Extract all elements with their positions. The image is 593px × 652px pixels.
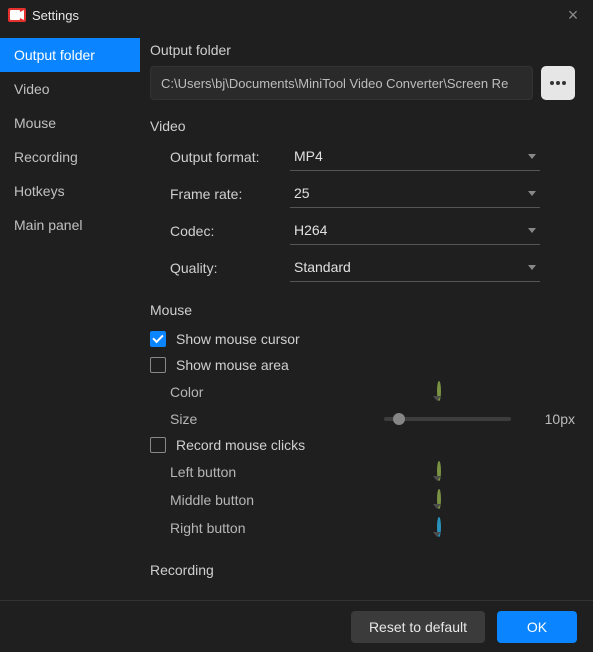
quality-value: Standard (294, 259, 351, 275)
sidebar-item-output-folder[interactable]: Output folder (0, 38, 140, 72)
section-title-recording: Recording (150, 562, 575, 578)
quality-label: Quality: (170, 260, 290, 276)
output-format-select[interactable]: MP4 (290, 142, 540, 171)
section-title-output-folder: Output folder (150, 42, 575, 58)
middle-button-label: Middle button (170, 492, 437, 508)
area-color-label: Color (170, 384, 437, 400)
browse-button[interactable] (541, 66, 575, 100)
right-button-color-picker[interactable] (437, 519, 455, 537)
sidebar-item-mouse[interactable]: Mouse (0, 106, 140, 140)
left-button-label: Left button (170, 464, 437, 480)
quality-select[interactable]: Standard (290, 253, 540, 282)
section-title-mouse: Mouse (150, 302, 575, 318)
section-title-video: Video (150, 118, 575, 134)
chevron-down-icon (528, 154, 536, 159)
sidebar-item-hotkeys[interactable]: Hotkeys (0, 174, 140, 208)
record-clicks-checkbox[interactable] (150, 437, 166, 453)
record-clicks-label: Record mouse clicks (176, 437, 305, 453)
codec-select[interactable]: H264 (290, 216, 540, 245)
chevron-down-icon (528, 191, 536, 196)
codec-label: Codec: (170, 223, 290, 239)
titlebar: Settings × (0, 0, 593, 30)
frame-rate-value: 25 (294, 185, 310, 201)
reset-button[interactable]: Reset to default (351, 611, 485, 643)
middle-button-color-picker[interactable] (437, 491, 455, 509)
show-area-checkbox[interactable] (150, 357, 166, 373)
main-panel: Output folder Video Output format: MP4 F… (140, 30, 593, 600)
codec-value: H264 (294, 222, 327, 238)
output-format-label: Output format: (170, 149, 290, 165)
ok-button[interactable]: OK (497, 611, 577, 643)
area-color-picker[interactable] (437, 383, 455, 401)
slider-thumb[interactable] (393, 413, 405, 425)
sidebar-item-video[interactable]: Video (0, 72, 140, 106)
area-size-value: 10px (525, 411, 575, 427)
output-folder-input[interactable] (150, 66, 533, 100)
area-size-slider[interactable] (384, 417, 511, 421)
chevron-down-icon (528, 228, 536, 233)
output-format-value: MP4 (294, 148, 323, 164)
area-size-label: Size (170, 411, 270, 427)
sidebar: Output folder Video Mouse Recording Hotk… (0, 30, 140, 600)
footer: Reset to default OK (0, 600, 593, 652)
frame-rate-label: Frame rate: (170, 186, 290, 202)
sidebar-item-recording[interactable]: Recording (0, 140, 140, 174)
right-button-label: Right button (170, 520, 437, 536)
sidebar-item-main-panel[interactable]: Main panel (0, 208, 140, 242)
left-button-color-picker[interactable] (437, 463, 455, 481)
ellipsis-icon (550, 81, 566, 85)
show-area-label: Show mouse area (176, 357, 289, 373)
close-icon[interactable]: × (561, 3, 585, 27)
app-icon (8, 6, 26, 24)
chevron-down-icon (528, 265, 536, 270)
show-cursor-checkbox[interactable] (150, 331, 166, 347)
window-title: Settings (32, 8, 79, 23)
show-cursor-label: Show mouse cursor (176, 331, 300, 347)
frame-rate-select[interactable]: 25 (290, 179, 540, 208)
